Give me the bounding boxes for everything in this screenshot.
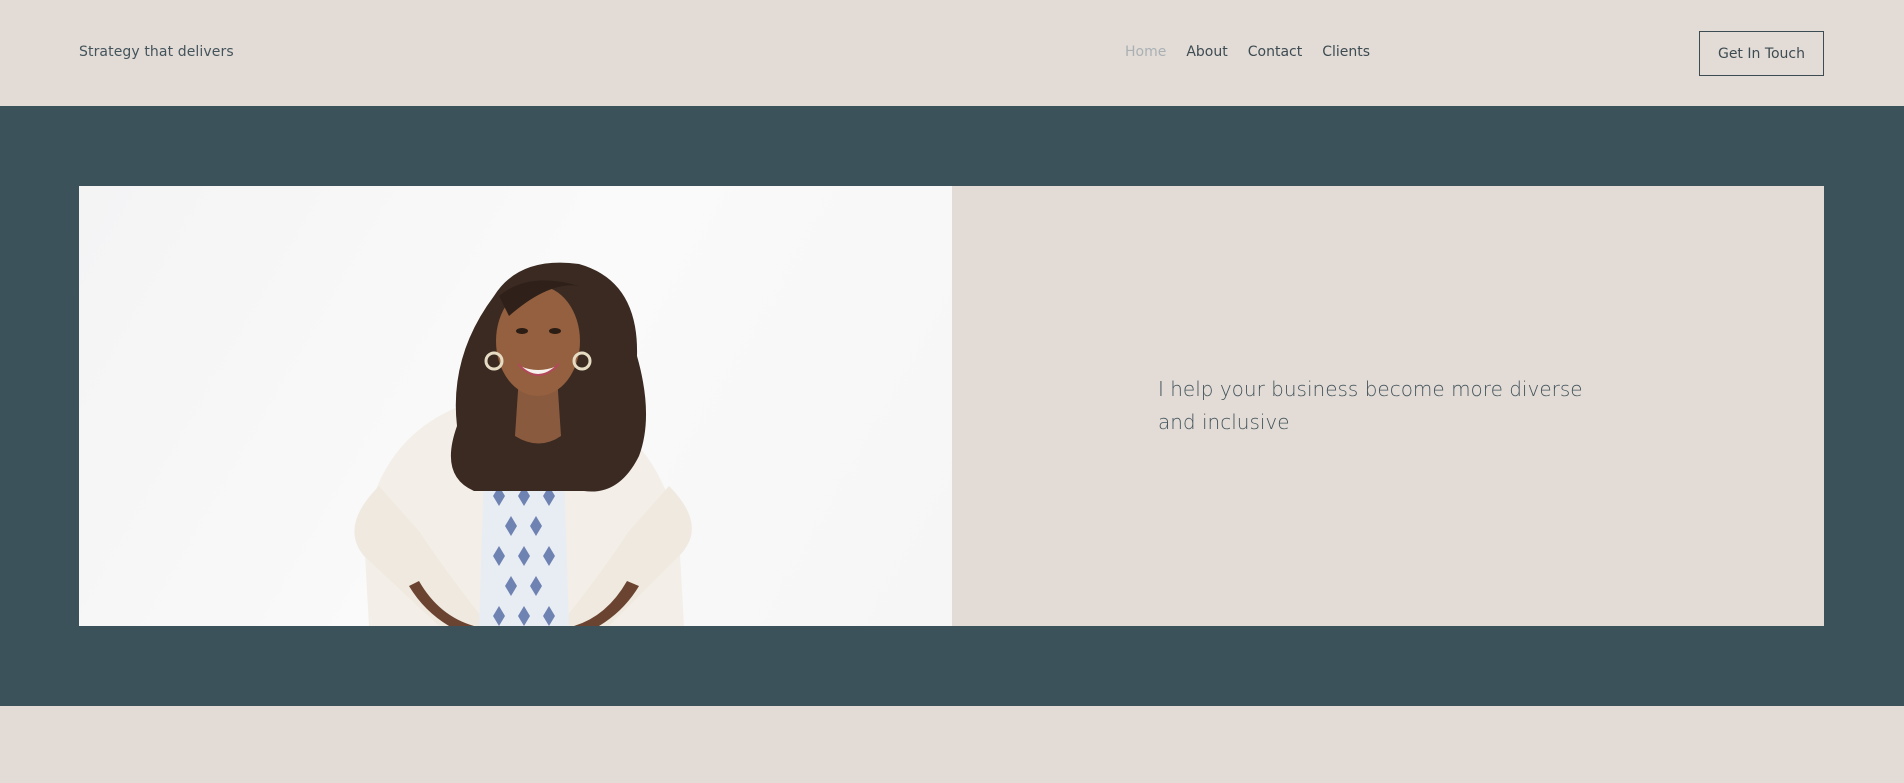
nav-clients[interactable]: Clients — [1322, 44, 1370, 60]
hero-headline: I help your business become more diverse… — [1158, 377, 1583, 434]
portrait-photo — [79, 186, 952, 626]
site-header: Strategy that delivers Home About Contac… — [0, 0, 1904, 106]
nav-about[interactable]: About — [1186, 44, 1227, 60]
get-in-touch-button[interactable]: Get In Touch — [1699, 31, 1824, 76]
nav-home[interactable]: Home — [1125, 44, 1166, 60]
site-tagline[interactable]: Strategy that delivers — [79, 44, 234, 60]
hero-text-panel: I help your business become more diverse… — [952, 186, 1824, 626]
nav-contact[interactable]: Contact — [1248, 44, 1302, 60]
main-nav: Home About Contact Clients — [1125, 44, 1370, 60]
portrait-illustration — [354, 262, 692, 626]
